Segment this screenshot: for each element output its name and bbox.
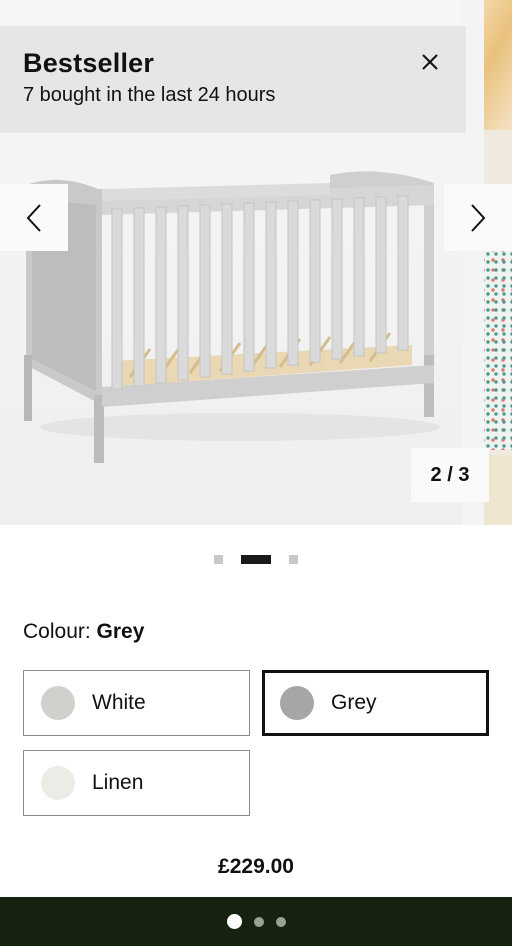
next-product-image-peek[interactable] [484,0,512,525]
close-icon [422,54,438,70]
linen-swatch-icon [41,766,75,800]
gallery-dot-2-active[interactable] [241,554,271,564]
colour-option-label: Grey [331,691,377,714]
product-image-gallery[interactable]: Bestseller 7 bought in the last 24 hours… [0,0,512,525]
chevron-right-icon [471,203,486,232]
footer-dot-2[interactable] [253,916,264,927]
previous-image-button[interactable] [0,184,68,251]
image-counter: 2 / 3 [411,448,489,502]
colour-option-grey[interactable]: Grey [262,670,489,736]
product-price: £229.00 [218,855,294,878]
cot-bed-illustration [24,171,440,463]
badge-title: Bestseller [23,48,155,78]
close-banner-button[interactable] [414,46,446,78]
selected-colour-name: Grey [96,620,145,643]
colour-label-prefix: Colour: [23,620,91,643]
gallery-pagination [0,553,512,565]
footer-dot-1-active[interactable] [226,914,242,929]
colour-option-label: Linen [92,771,144,794]
footer-carousel-bar [0,897,512,946]
next-image-button[interactable] [444,184,512,251]
chevron-left-icon [26,203,41,232]
grey-swatch-icon [280,686,314,720]
badge-subtitle: 7 bought in the last 24 hours [23,84,276,106]
footer-dot-3[interactable] [275,916,286,927]
colour-option-white[interactable]: White [23,670,250,736]
gallery-dot-3[interactable] [289,554,298,564]
colour-label: Colour: Grey [23,620,144,644]
colour-option-linen[interactable]: Linen [23,750,250,816]
colour-option-label: White [92,691,146,714]
bestseller-banner [0,26,466,133]
gallery-dot-1[interactable] [214,554,223,564]
white-swatch-icon [41,686,75,720]
